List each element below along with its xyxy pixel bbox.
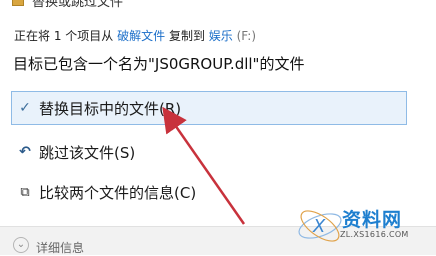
source-folder-link[interactable]: 破解文件 xyxy=(117,29,165,43)
skip-file-label: 跳过该文件(S) xyxy=(39,143,136,162)
chevron-down-icon[interactable]: ⌄ xyxy=(13,237,29,253)
destination-drive: (F:) xyxy=(236,29,257,43)
conflict-heading: 目标已包含一个名为"JS0GROUP.dll"的文件 xyxy=(13,55,305,73)
watermark-subtext: ZL.XS1616.COM xyxy=(340,230,409,239)
skip-file-option[interactable]: ↶ 跳过该文件(S) xyxy=(11,138,407,166)
window-title: 替换或跳过文件 xyxy=(32,0,124,10)
copy-info-prefix: 正在将 1 个项目从 xyxy=(14,29,114,43)
watermark-text: 资料网 xyxy=(342,209,403,231)
copy-info-middle: 复制到 xyxy=(168,29,205,43)
replace-file-label: 替换目标中的文件(R) xyxy=(39,99,182,118)
compare-files-label: 比较两个文件的信息(C) xyxy=(39,183,197,202)
destination-folder-link[interactable]: 娱乐 xyxy=(209,29,233,43)
copy-info-line: 正在将 1 个项目从 破解文件 复制到 娱乐 (F:) xyxy=(14,27,256,44)
compare-documents-icon: ⧉ xyxy=(20,184,30,200)
title-bar: 替换或跳过文件 xyxy=(0,0,436,10)
more-details-toggle[interactable]: 详细信息 xyxy=(36,239,84,256)
skip-arrow-icon: ↶ xyxy=(19,144,31,160)
replace-file-option[interactable]: ✓ 替换目标中的文件(R) xyxy=(11,91,407,125)
svg-text:X: X xyxy=(312,216,326,237)
checkmark-icon: ✓ xyxy=(19,100,31,116)
folder-copy-icon xyxy=(12,0,24,6)
